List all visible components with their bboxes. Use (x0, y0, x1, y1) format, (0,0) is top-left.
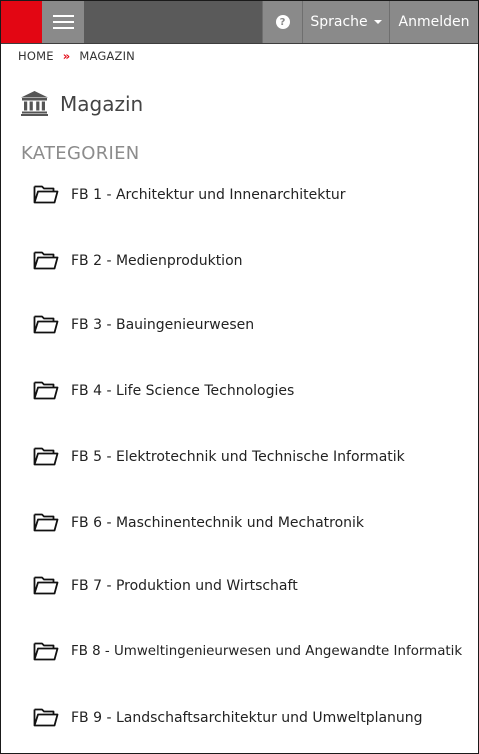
category-item-fb5[interactable]: FB 5 - Elektrotechnik und Technische Inf… (33, 447, 405, 466)
folder-open-icon (33, 513, 59, 532)
breadcrumb: HOME » MAGAZIN (18, 49, 135, 63)
category-item-label: FB 2 - Medienproduktion (71, 252, 243, 269)
category-item-label: FB 9 - Landschaftsarchitektur und Umwelt… (71, 709, 423, 726)
page-title: Magazin (21, 91, 143, 116)
folder-open-icon (33, 576, 59, 595)
folder-open-icon (33, 642, 59, 661)
category-item-label: FB 8 - Umweltingenieurwesen und Angewand… (71, 644, 463, 659)
category-item-fb6[interactable]: FB 6 - Maschinentechnik und Mechatronik (33, 513, 364, 532)
folder-open-icon (33, 251, 59, 270)
category-item-label: FB 7 - Produktion und Wirtschaft (71, 577, 298, 594)
folder-open-icon (33, 315, 59, 334)
bank-building-icon (21, 91, 48, 116)
menu-toggle-button[interactable] (42, 1, 84, 43)
category-item-label: FB 5 - Elektrotechnik und Technische Inf… (71, 448, 405, 465)
breadcrumb-current[interactable]: MAGAZIN (79, 49, 135, 63)
folder-open-icon (33, 447, 59, 466)
category-item-label: FB 1 - Architektur und Innenarchitektur (71, 186, 346, 203)
category-item-label: FB 4 - Life Science Technologies (71, 382, 295, 399)
category-item-fb7[interactable]: FB 7 - Produktion und Wirtschaft (33, 576, 298, 595)
page-title-text: Magazin (60, 91, 144, 116)
category-item-fb3[interactable]: FB 3 - Bauingenieurwesen (33, 315, 254, 334)
brand-logo[interactable] (1, 1, 42, 43)
help-icon: ? (275, 15, 290, 29)
language-label: Sprache (310, 14, 368, 30)
caret-down-icon (373, 20, 382, 24)
folder-open-icon (33, 708, 59, 727)
hamburger-line (53, 21, 74, 23)
category-item-label: FB 6 - Maschinentechnik und Mechatronik (71, 514, 365, 531)
category-item-fb1[interactable]: FB 1 - Architektur und Innenarchitektur (33, 185, 346, 204)
login-button[interactable]: Anmelden (389, 1, 478, 43)
categories-heading: KATEGORIEN (21, 143, 140, 164)
category-item-fb2[interactable]: FB 2 - Medienproduktion (33, 251, 243, 270)
category-item-fb9[interactable]: FB 9 - Landschaftsarchitektur und Umwelt… (33, 708, 423, 727)
category-item-fb8[interactable]: FB 8 - Umweltingenieurwesen und Angewand… (33, 642, 462, 661)
category-item-fb4[interactable]: FB 4 - Life Science Technologies (33, 381, 294, 400)
folder-open-icon (33, 381, 59, 400)
hamburger-line (53, 15, 74, 17)
breadcrumb-home-link[interactable]: HOME (18, 49, 54, 63)
navbar-actions: ? Sprache Anmelden (262, 1, 478, 43)
folder-open-icon (33, 185, 59, 204)
breadcrumb-separator: » (62, 49, 71, 63)
page-frame: ? Sprache Anmelden HOME » MAGAZIN Magazi… (0, 0, 479, 754)
hamburger-line (53, 27, 74, 29)
top-navbar: ? Sprache Anmelden (1, 1, 478, 44)
language-dropdown[interactable]: Sprache (302, 1, 389, 43)
category-item-label: FB 3 - Bauingenieurwesen (71, 316, 255, 333)
help-button[interactable]: ? (262, 1, 302, 43)
